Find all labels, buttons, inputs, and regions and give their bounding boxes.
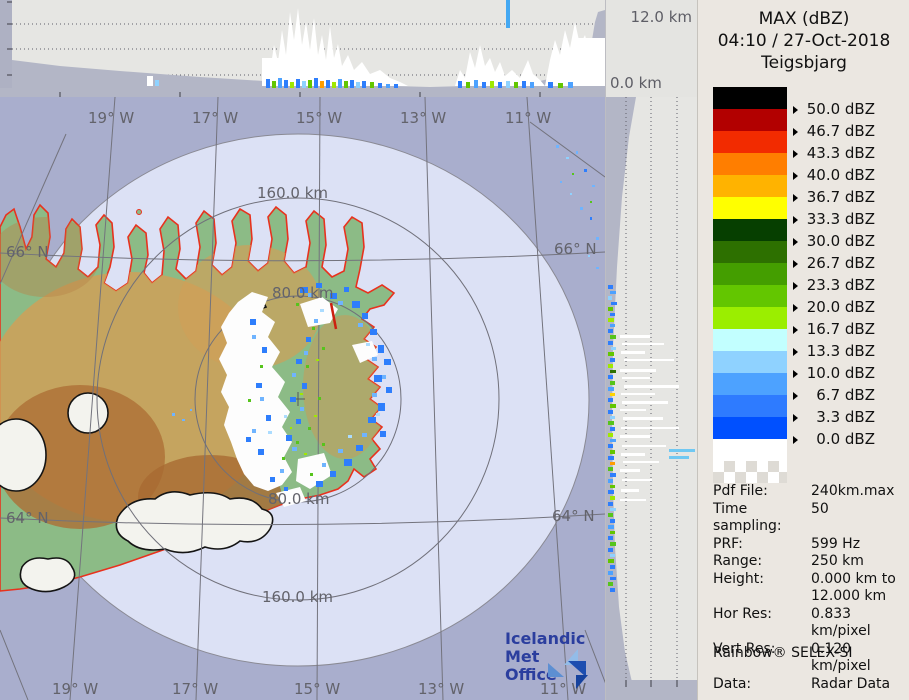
top-height-profile-view[interactable]: [0, 0, 605, 97]
scale-row: 46.7 dBZ: [713, 109, 903, 140]
profile-echo-column: [506, 0, 510, 28]
ring-label-160-bottom: 160.0 km: [262, 588, 334, 606]
meta-row-range: Range: 250 km: [713, 553, 864, 569]
ring-label-80-top: 80.0 km: [272, 284, 334, 302]
height-max-label: 12.0 km: [630, 8, 692, 26]
scale-row: 3.3 dBZ: [713, 395, 903, 426]
scale-row: 0.0 dBZ: [713, 417, 903, 448]
scale-row: 13.3 dBZ: [713, 329, 903, 360]
meta-row-prf: PRF: 599 Hz: [713, 535, 861, 552]
tick-arrow-icon: [793, 436, 798, 444]
top-profile-canvas: [0, 0, 605, 97]
lat-label-right-64n: 64° N: [552, 507, 595, 525]
ring-label-80-bottom: 80.0 km: [268, 490, 330, 508]
lat-label-left-66n: 66° N: [6, 243, 49, 261]
scale-row: 16.7 dBZ: [713, 307, 903, 338]
lon-label-bottom-13w: 13° W: [418, 680, 465, 698]
product-metadata: Pdf File: 240km.max Time sampling: 50 PRF:…: [713, 483, 903, 693]
software-brand: Rainbow® SELEX-SI: [713, 645, 853, 661]
scale-row: 23.3 dBZ: [713, 263, 903, 294]
meta-row-pdf-file: Pdf File: 240km.max: [713, 483, 895, 499]
product-title: MAX (dBZ): [758, 9, 850, 29]
meta-row-height: Height: 0.000 km to: [713, 570, 896, 587]
radar-display-window: 12.0 km 0.0 km 19° W 17° W 15° W 13° W 1…: [0, 0, 909, 700]
height-min-label: 0.0 km: [610, 74, 662, 92]
island-dot: [136, 209, 142, 215]
transparent-swatch: [713, 461, 787, 483]
scale-row: 40.0 dBZ: [713, 153, 903, 184]
lon-label-top-11w: 11° W: [505, 109, 552, 127]
lat-label-right-66n: 66° N: [554, 240, 597, 258]
met-office-logo-icon: [548, 649, 604, 691]
station-name: Teigsbjarg: [761, 53, 847, 73]
scale-row: 36.7 dBZ: [713, 175, 903, 206]
scale-row: 6.7 dBZ: [713, 373, 903, 404]
right-profile-bottom-band: [606, 680, 698, 700]
below-scale-swatch: [713, 439, 787, 461]
scale-row: 43.3 dBZ: [713, 131, 903, 162]
radar-map-view[interactable]: 19° W 17° W 15° W 13° W 11° W 19° W 17° …: [0, 97, 605, 700]
right-profile-canvas: [606, 97, 698, 700]
meta-row-time-sampling: Time sampling: 50: [713, 500, 829, 535]
meta-row-hor-res: Hor Res: 0.833 km/pixel: [713, 605, 871, 640]
height-scale-corner: 12.0 km 0.0 km: [605, 0, 698, 97]
scan-datetime: 04:10 / 27-Oct-2018: [717, 31, 891, 51]
lat-label-left-64n: 64° N: [6, 509, 49, 527]
lon-label-bottom-19w: 19° W: [52, 680, 99, 698]
lon-label-top-13w: 13° W: [400, 109, 447, 127]
dbz-color-scale: 50.0 dBZ 46.7 dBZ 43.3 dBZ 40.0 dBZ 36.7…: [713, 87, 903, 483]
lon-label-bottom-15w: 15° W: [294, 680, 341, 698]
legend-panel: MAX (dBZ) 04:10 / 27-Oct-2018 Teigsbjarg…: [697, 0, 909, 700]
scale-row: 50.0 dBZ: [713, 87, 903, 118]
ring-label-160-top: 160.0 km: [257, 184, 329, 202]
lon-label-top-19w: 19° W: [88, 109, 135, 127]
lon-label-bottom-17w: 17° W: [172, 680, 219, 698]
top-profile-bottom-band: [0, 88, 605, 97]
scale-row: 26.7 dBZ: [713, 241, 903, 272]
scale-row: 20.0 dBZ: [713, 285, 903, 316]
scale-row: 33.3 dBZ: [713, 197, 903, 228]
right-height-profile-view[interactable]: [605, 97, 698, 700]
legend-header: MAX (dBZ) 04:10 / 27-Oct-2018 Teigsbjarg: [698, 8, 909, 74]
meta-row-height-cont: 12.000 km: [811, 588, 887, 604]
scale-row: 10.0 dBZ: [713, 351, 903, 382]
meta-row-data: Data: Radar Data: [713, 675, 891, 692]
scale-row: 30.0 dBZ: [713, 219, 903, 250]
lon-label-top-15w: 15° W: [296, 109, 343, 127]
lon-label-top-17w: 17° W: [192, 109, 239, 127]
